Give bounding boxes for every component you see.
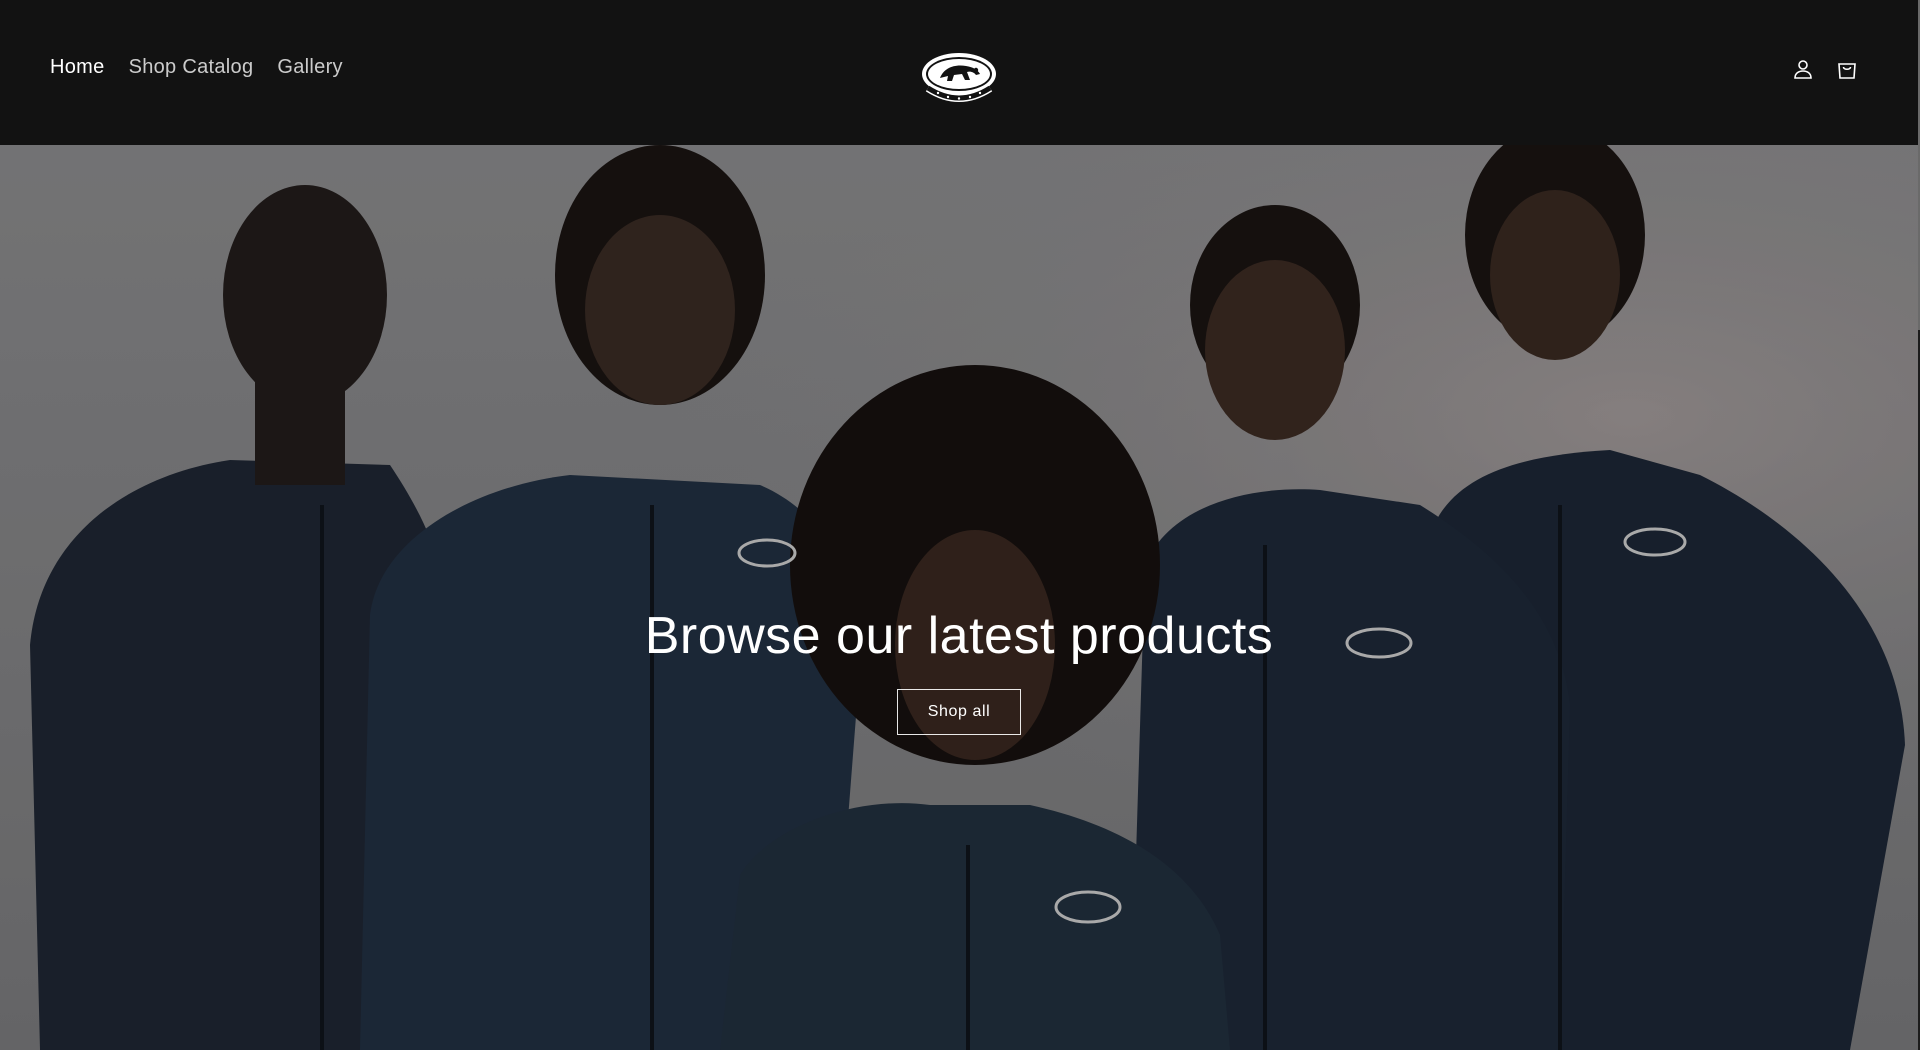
- hero-content: Browse our latest products Shop all: [0, 605, 1918, 736]
- nav-gallery[interactable]: Gallery: [277, 56, 342, 79]
- panther-emblem-logo-icon: [922, 53, 996, 102]
- brand-logo[interactable]: [918, 50, 1000, 104]
- site-header: Home Shop Catalog Gallery: [0, 0, 1918, 145]
- hero-overlay: [0, 145, 1918, 1050]
- main-nav: Home Shop Catalog Gallery: [50, 56, 343, 79]
- nav-home[interactable]: Home: [50, 56, 105, 79]
- user-icon[interactable]: [1792, 58, 1814, 80]
- shopping-bag-icon[interactable]: [1836, 58, 1858, 80]
- hero-banner: Browse our latest products Shop all: [0, 145, 1918, 1050]
- nav-shop-catalog[interactable]: Shop Catalog: [129, 56, 254, 79]
- page: Home Shop Catalog Gallery Browse our lat…: [0, 0, 1920, 1050]
- hero-heading: Browse our latest products: [644, 607, 1274, 665]
- shop-all-button[interactable]: Shop all: [896, 689, 1022, 736]
- header-actions: [1792, 58, 1858, 80]
